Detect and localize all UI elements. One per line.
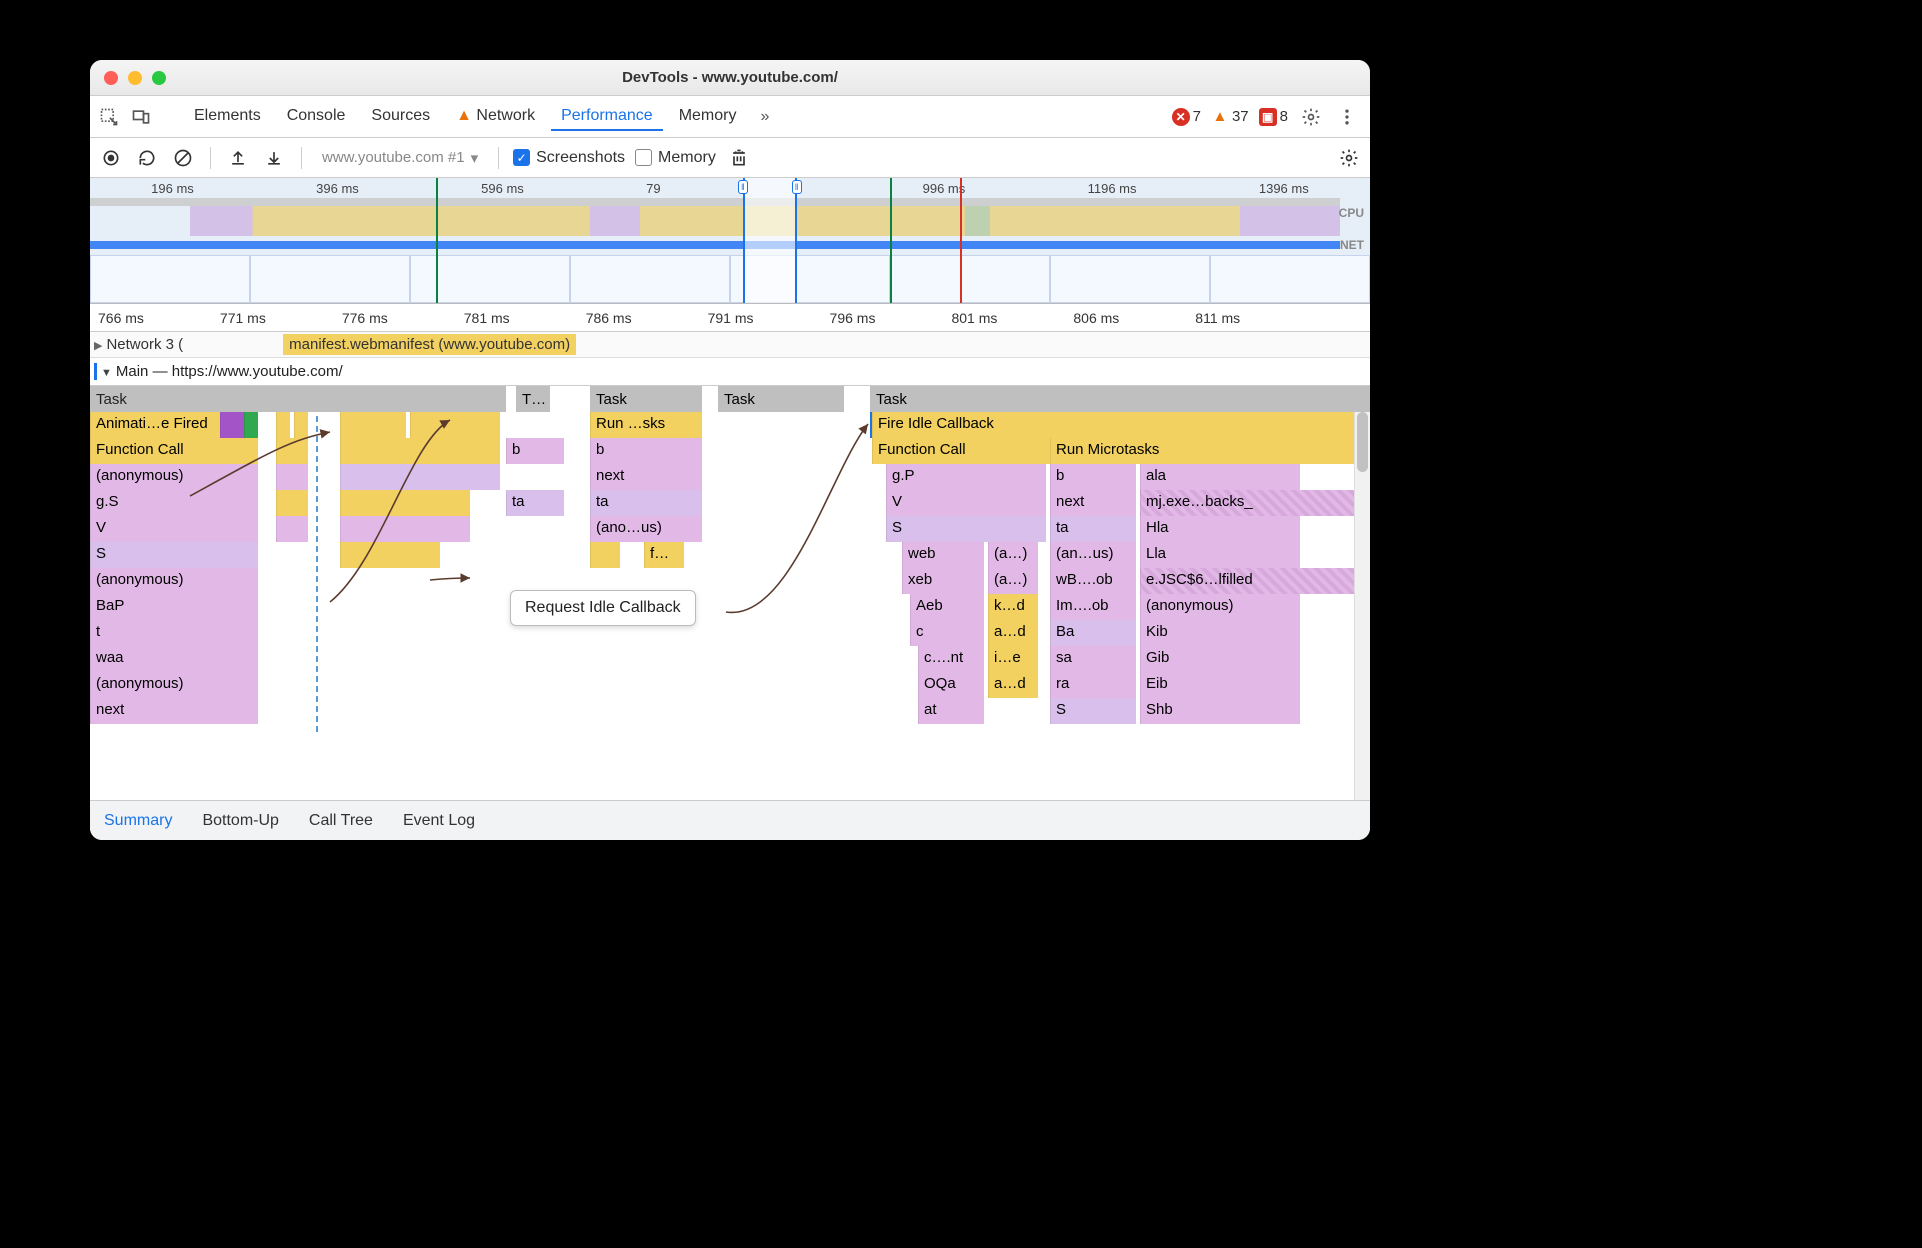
disclosure-down-icon[interactable]: ▼ (101, 367, 112, 379)
flame-bar[interactable]: Animati…e Fired (90, 412, 220, 438)
capture-settings-gear-icon[interactable] (1336, 145, 1362, 171)
hover-guide (316, 412, 318, 732)
marker-line (960, 178, 962, 303)
collect-garbage-icon[interactable] (726, 145, 752, 171)
flame-bar[interactable]: t (90, 620, 258, 646)
memory-checkbox[interactable]: Memory (635, 149, 716, 167)
tab-sources[interactable]: Sources (361, 103, 440, 131)
tab-memory[interactable]: Memory (669, 103, 747, 131)
flame-bar[interactable] (244, 412, 258, 438)
marker-line (436, 178, 438, 303)
scrollbar-vertical[interactable] (1354, 412, 1370, 800)
overview-selection[interactable]: ‖ ‖ (743, 178, 797, 303)
flame-bar[interactable]: Function Call (872, 438, 1050, 464)
download-icon[interactable] (261, 145, 287, 171)
flame-bar[interactable]: waa (90, 646, 258, 672)
tab-elements[interactable]: Elements (184, 103, 271, 131)
marker-line (890, 178, 892, 303)
device-icon[interactable] (128, 104, 154, 130)
upload-icon[interactable] (225, 145, 251, 171)
clear-icon[interactable] (170, 145, 196, 171)
flame-bar[interactable]: f… (644, 542, 684, 568)
tabs-overflow[interactable]: » (752, 108, 777, 126)
filmstrip (90, 255, 1370, 303)
perf-controlbar: www.youtube.com #1▾ ✓Screenshots Memory (90, 138, 1370, 178)
warning-count[interactable]: ▲37 (1211, 108, 1249, 126)
flame-bar[interactable]: S (90, 542, 258, 568)
flame-bar[interactable] (220, 412, 244, 438)
cpu-chart (90, 198, 1340, 236)
cpu-label: CPU (1339, 206, 1364, 220)
flame-bar[interactable]: g.S (90, 490, 258, 516)
time-ruler[interactable]: 766 ms771 ms776 ms781 ms786 ms791 ms796 … (90, 304, 1370, 332)
overview-ticks: 196 ms396 ms596 ms79ms996 ms1196 ms1396 … (90, 181, 1370, 196)
tab-performance[interactable]: Performance (551, 103, 663, 131)
handle-left-icon[interactable]: ‖ (738, 180, 748, 194)
checkbox-off-icon (635, 149, 652, 166)
flame-bar[interactable]: ta (590, 490, 702, 516)
kebab-icon[interactable] (1334, 104, 1360, 130)
net-chart (90, 241, 1340, 249)
flame-bar[interactable]: Run …sks (590, 412, 702, 438)
checkbox-on-icon: ✓ (513, 149, 530, 166)
tab-network[interactable]: ▲ Network (446, 103, 545, 131)
flame-bar[interactable]: Function Call (90, 438, 258, 464)
detail-tab-summary[interactable]: Summary (104, 812, 172, 830)
screenshots-checkbox[interactable]: ✓Screenshots (513, 149, 625, 167)
detail-tab-bottomup[interactable]: Bottom-Up (202, 812, 278, 830)
disclosure-right-icon[interactable]: ▶ (94, 339, 102, 352)
inspect-icon[interactable] (96, 104, 122, 130)
flame-bar[interactable]: V (90, 516, 258, 542)
issue-count[interactable]: ▣8 (1259, 108, 1288, 126)
devtools-tabstrip: Elements Console Sources ▲ Network Perfo… (90, 96, 1370, 138)
net-label: NET (1340, 238, 1364, 252)
network-resource[interactable]: manifest.webmanifest (www.youtube.com) (283, 334, 576, 355)
recording-dropdown[interactable]: www.youtube.com #1▾ (316, 145, 484, 171)
detail-tab-calltree[interactable]: Call Tree (309, 812, 373, 830)
flame-bar[interactable]: ta (506, 490, 564, 516)
devtools-window: DevTools - www.youtube.com/ Elements Con… (90, 60, 1370, 840)
warning-icon: ▲ (456, 107, 472, 125)
flame-bar[interactable]: b (590, 438, 702, 464)
main-track-header[interactable]: ▼Main — https://www.youtube.com/ (90, 358, 1370, 386)
window-title: DevTools - www.youtube.com/ (90, 69, 1370, 86)
flame-bar[interactable]: Fire Idle Callback (872, 412, 1364, 438)
flame-bar[interactable]: next (590, 464, 702, 490)
flame-bar[interactable]: Run Microtasks (1050, 438, 1364, 464)
record-icon[interactable] (98, 145, 124, 171)
task-row: Task T… Task Task Task (90, 386, 1370, 412)
detail-tabs: Summary Bottom-Up Call Tree Event Log (90, 800, 1370, 840)
scroll-thumb[interactable] (1357, 412, 1368, 472)
detail-tab-eventlog[interactable]: Event Log (403, 812, 475, 830)
error-count[interactable]: ✕7 (1172, 108, 1201, 126)
flame-bar[interactable]: (ano…us) (590, 516, 702, 542)
network-track[interactable]: ▶Network 3 ( manifest.webmanifest (www.y… (90, 332, 1370, 358)
flame-bar[interactable]: b (506, 438, 564, 464)
flame-bar[interactable]: (anonymous) (90, 464, 258, 490)
handle-right-icon[interactable]: ‖ (792, 180, 802, 194)
flamechart[interactable]: Animati…e Fired Function Call (anonymous… (90, 412, 1370, 800)
overview-panel[interactable]: 196 ms396 ms596 ms79ms996 ms1196 ms1396 … (90, 178, 1370, 304)
window-titlebar: DevTools - www.youtube.com/ (90, 60, 1370, 96)
flame-bar[interactable]: (anonymous) (90, 568, 258, 594)
flame-bar[interactable]: BaP (90, 594, 258, 620)
flame-bar[interactable]: (anonymous) (90, 672, 258, 698)
reload-icon[interactable] (134, 145, 160, 171)
tooltip-callout: Request Idle Callback (510, 590, 696, 626)
flame-bar[interactable]: next (90, 698, 258, 724)
gear-icon[interactable] (1298, 104, 1324, 130)
tab-console[interactable]: Console (277, 103, 356, 131)
